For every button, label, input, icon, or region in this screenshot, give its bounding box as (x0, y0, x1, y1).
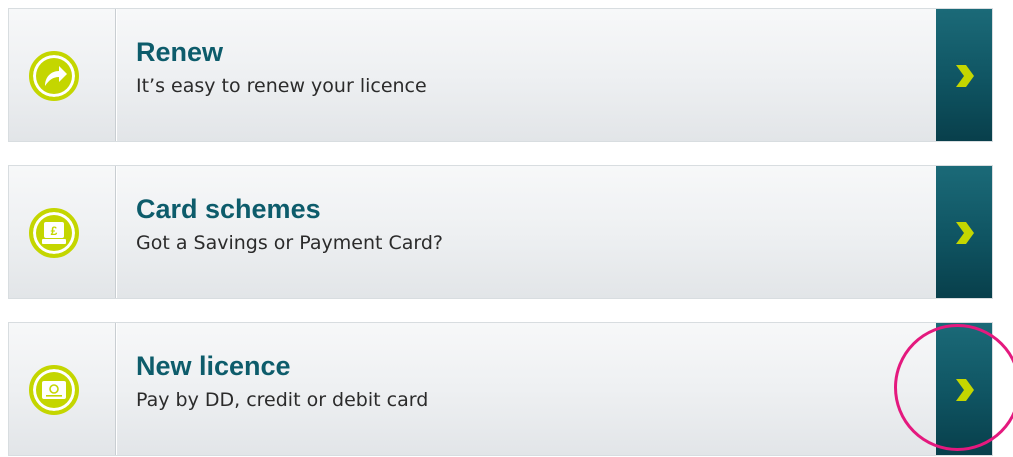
renew-card[interactable]: Renew It’s easy to renew your licence (8, 8, 993, 142)
svg-text:£: £ (51, 224, 58, 238)
card-title: Renew (136, 37, 224, 67)
new-licence-icon-panel (9, 323, 116, 455)
tv-licence-card-icon (29, 365, 79, 415)
chevron-right-icon (956, 379, 974, 401)
card-schemes-icon-panel: £ (9, 166, 116, 298)
card-subtitle: Pay by DD, credit or debit card (136, 389, 429, 411)
renew-icon-panel (9, 9, 116, 141)
card-title: Card schemes (136, 194, 321, 224)
card-subtitle: Got a Savings or Payment Card? (136, 232, 444, 254)
card-subtitle: It’s easy to renew your licence (136, 75, 427, 97)
options-list: Renew It’s easy to renew your licence £ … (8, 8, 993, 456)
new-licence-arrow-button[interactable] (936, 323, 992, 455)
chevron-right-icon (956, 65, 974, 87)
card-title: New licence (136, 351, 291, 381)
chevron-right-icon (956, 222, 974, 244)
renew-arrow-icon (29, 51, 79, 101)
renew-arrow-button[interactable] (936, 9, 992, 141)
card-schemes-card[interactable]: £ Card schemes Got a Savings or Payment … (8, 165, 993, 299)
payment-card-pound-icon: £ (29, 208, 79, 258)
card-schemes-text: Card schemes Got a Savings or Payment Ca… (136, 194, 443, 256)
new-licence-text: New licence Pay by DD, credit or debit c… (136, 351, 428, 413)
renew-text: Renew It’s easy to renew your licence (136, 37, 427, 99)
card-schemes-arrow-button[interactable] (936, 166, 992, 298)
new-licence-card[interactable]: New licence Pay by DD, credit or debit c… (8, 322, 993, 456)
